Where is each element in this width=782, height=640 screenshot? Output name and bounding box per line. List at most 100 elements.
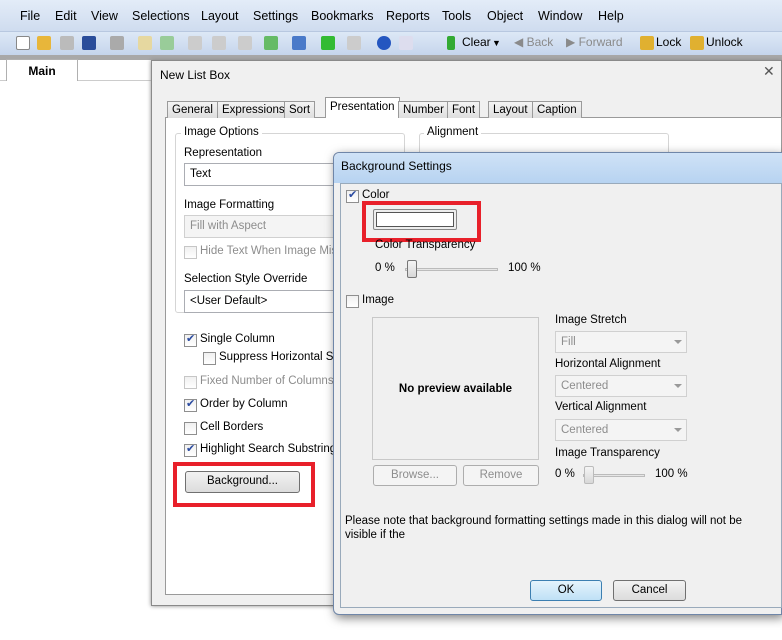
menu-window[interactable]: Window — [538, 9, 582, 23]
bookmark-icon[interactable] — [321, 36, 335, 50]
selection-style-label: Selection Style Override — [184, 273, 308, 285]
tab-layout[interactable]: Layout — [488, 101, 533, 118]
save-icon[interactable] — [82, 36, 96, 50]
clear-icon — [447, 36, 455, 50]
remove-button[interactable]: Remove — [463, 465, 539, 486]
color-transparency-min: 0 % — [375, 262, 395, 274]
toolbar: Clear ▼ ◀ Back ▶ Forward Lock Unlock — [0, 32, 782, 55]
dialog-title: New List Box — [160, 68, 231, 82]
menu-file[interactable]: File — [20, 9, 40, 23]
open-icon[interactable] — [37, 36, 51, 50]
context-help-icon[interactable] — [399, 36, 413, 50]
sheet-tab-main[interactable]: Main — [6, 59, 78, 81]
unlock-button[interactable]: Unlock — [706, 35, 743, 49]
no-preview-text: No preview available — [398, 382, 513, 395]
image-formatting-select[interactable]: Fill with Aspect — [184, 215, 344, 238]
tab-font[interactable]: Font — [447, 101, 481, 118]
menu-layout[interactable]: Layout — [201, 9, 239, 23]
fixed-columns-checkbox[interactable] — [184, 376, 197, 389]
v-align-value: Centered — [561, 424, 609, 436]
single-column-checkbox[interactable] — [184, 332, 197, 347]
cell-borders-checkbox[interactable] — [184, 422, 197, 435]
forward-button[interactable]: ▶ Forward — [566, 35, 623, 49]
clear-dropdown-icon[interactable]: ▼ — [492, 38, 501, 48]
image-stretch-label: Image Stretch — [555, 314, 627, 326]
order-by-column-label: Order by Column — [200, 398, 288, 410]
image-checkbox[interactable] — [346, 295, 359, 308]
help-icon[interactable] — [377, 36, 391, 50]
image-label: Image — [362, 294, 394, 306]
unlock-icon — [690, 36, 704, 50]
image-transparency-label: Image Transparency — [555, 447, 660, 459]
v-align-select[interactable]: Centered — [555, 419, 687, 441]
selection-style-select[interactable]: <User Default> — [184, 290, 344, 313]
browse-button[interactable]: Browse... — [373, 465, 457, 486]
color-transparency-thumb[interactable] — [407, 260, 417, 278]
image-options-label: Image Options — [181, 126, 262, 138]
redo-icon[interactable] — [212, 36, 226, 50]
cancel-button[interactable]: Cancel — [613, 580, 686, 601]
color-transparency-slider[interactable] — [405, 268, 498, 271]
tab-sort[interactable]: Sort — [284, 101, 316, 118]
tab-caption[interactable]: Caption — [532, 101, 582, 118]
hide-text-checkbox[interactable] — [184, 246, 197, 259]
search-icon[interactable] — [238, 36, 252, 50]
menu-edit[interactable]: Edit — [55, 9, 77, 23]
properties-icon[interactable] — [347, 36, 361, 50]
image-formatting-label: Image Formatting — [184, 199, 275, 211]
print-icon[interactable] — [110, 36, 124, 50]
ok-button[interactable]: OK — [530, 580, 602, 601]
tab-general[interactable]: General — [167, 101, 218, 118]
menu-settings[interactable]: Settings — [253, 9, 298, 23]
suppress-scrollbar-checkbox[interactable] — [203, 352, 216, 365]
h-align-value: Centered — [561, 380, 609, 392]
fixed-columns-label: Fixed Number of Columns — [200, 375, 334, 387]
highlight-search-checkbox[interactable] — [184, 442, 197, 457]
menu-tools[interactable]: Tools — [442, 9, 471, 23]
menu-view[interactable]: View — [91, 9, 118, 23]
image-stretch-value: Fill — [561, 336, 576, 348]
alignment-label: Alignment — [424, 126, 482, 138]
undo-icon[interactable] — [188, 36, 202, 50]
menu-reports[interactable]: Reports — [386, 9, 430, 23]
representation-select[interactable]: Text — [184, 163, 344, 186]
color-transparency-label: Color Transparency — [375, 239, 476, 251]
chevron-down-icon — [674, 340, 682, 344]
color-transparency-max: 100 % — [508, 262, 541, 274]
image-preview: No preview available — [372, 317, 539, 460]
chart-wizard-icon[interactable] — [292, 36, 306, 50]
menu-object[interactable]: Object — [487, 9, 523, 23]
reload-data-icon[interactable] — [160, 36, 174, 50]
lock-button[interactable]: Lock — [656, 35, 681, 49]
h-align-select[interactable]: Centered — [555, 375, 687, 397]
reload-icon[interactable] — [60, 36, 74, 50]
clear-button[interactable]: Clear — [462, 35, 491, 49]
color-checkbox[interactable] — [346, 188, 359, 203]
selections-icon[interactable] — [264, 36, 278, 50]
order-by-column-checkbox[interactable] — [184, 397, 197, 412]
tab-number[interactable]: Number — [398, 101, 449, 118]
highlight-search-label: Highlight Search Substring — [200, 443, 337, 455]
color-label: Color — [362, 189, 390, 201]
chevron-down-icon — [674, 384, 682, 388]
highlight-box — [173, 462, 315, 507]
bg-dialog-title: Background Settings — [341, 159, 452, 173]
forward-label: Forward — [578, 35, 623, 49]
representation-label: Representation — [184, 147, 262, 159]
menu-selections[interactable]: Selections — [132, 9, 190, 23]
image-transparency-thumb[interactable] — [584, 466, 594, 484]
close-icon[interactable]: ✕ — [763, 63, 775, 80]
menu-help[interactable]: Help — [598, 9, 624, 23]
edit-script-icon[interactable] — [138, 36, 152, 50]
image-transparency-min: 0 % — [555, 468, 575, 480]
cell-borders-label: Cell Borders — [200, 421, 264, 433]
tab-presentation[interactable]: Presentation — [325, 97, 400, 118]
new-icon[interactable] — [16, 36, 30, 50]
image-stretch-select[interactable]: Fill — [555, 331, 687, 353]
menu-bookmarks[interactable]: Bookmarks — [311, 9, 374, 23]
chevron-down-icon — [674, 428, 682, 432]
back-button[interactable]: ◀ Back — [514, 35, 553, 49]
note-text: Please note that background formatting s… — [345, 515, 742, 541]
back-label: Back — [526, 35, 554, 49]
tab-expressions[interactable]: Expressions — [217, 101, 290, 118]
